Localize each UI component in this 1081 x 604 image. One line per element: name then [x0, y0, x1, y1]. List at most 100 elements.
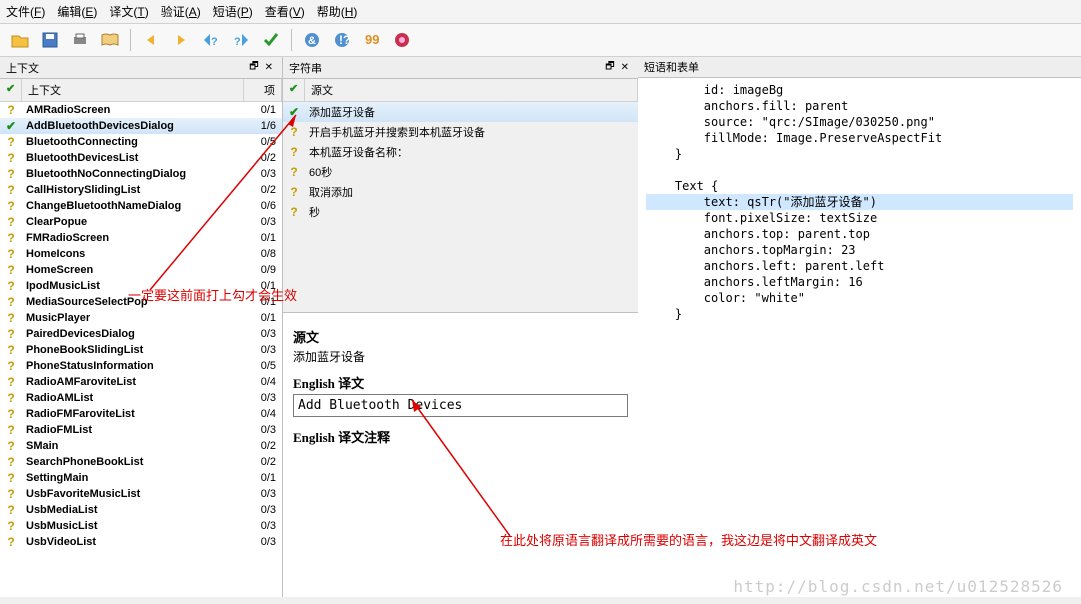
undock-icon[interactable]: 🗗 — [602, 59, 617, 76]
question-icon: ? — [7, 519, 14, 533]
context-row[interactable]: ?ClearPopue0/3 — [0, 214, 282, 230]
context-name: CallHistorySlidingList — [22, 183, 244, 197]
context-name: HomeIcons — [22, 247, 244, 261]
context-row[interactable]: ?PairedDevicesDialog0/3 — [0, 326, 282, 342]
close-icon[interactable]: ✕ — [618, 62, 632, 73]
string-row[interactable]: ?本机蓝牙设备名称： — [283, 142, 638, 162]
string-row[interactable]: ?秒 — [283, 202, 638, 222]
settings-button[interactable] — [388, 27, 416, 53]
separator — [130, 29, 131, 51]
context-row[interactable]: ?UsbMusicList0/3 — [0, 518, 282, 534]
context-row[interactable]: ?UsbFavoriteMusicList0/3 — [0, 486, 282, 502]
context-row[interactable]: ?SettingMain0/1 — [0, 470, 282, 486]
string-row[interactable]: ? 取消添加 — [283, 182, 638, 202]
next-button[interactable] — [167, 27, 195, 53]
question-icon: ? — [290, 185, 297, 199]
menu-item[interactable]: 帮助(H) — [317, 3, 358, 20]
context-row[interactable]: ?FMRadioScreen0/1 — [0, 230, 282, 246]
open-button[interactable] — [6, 27, 34, 53]
undock-icon[interactable]: 🗗 — [246, 59, 261, 76]
context-name: RadioAMFaroviteList — [22, 375, 244, 389]
context-row[interactable]: ?MusicPlayer0/1 — [0, 310, 282, 326]
context-count: 1/6 — [244, 120, 282, 132]
context-name: PhoneBookSlidingList — [22, 343, 244, 357]
done-next-button[interactable] — [257, 27, 285, 53]
string-text: 取消添加 — [305, 183, 638, 201]
find-button[interactable]: & — [298, 27, 326, 53]
prev-button[interactable] — [137, 27, 165, 53]
source-label: 源文 — [293, 327, 628, 346]
phrase-button[interactable]: 99 — [358, 27, 386, 53]
context-row[interactable]: ?RadioFMFaroviteList0/4 — [0, 406, 282, 422]
context-name: AddBluetoothDevicesDialog — [22, 119, 244, 133]
context-row[interactable]: ?ChangeBluetoothNameDialog0/6 — [0, 198, 282, 214]
question-icon: ? — [290, 165, 297, 179]
context-row[interactable]: ? RadioAMList0/3 — [0, 390, 282, 406]
menu-item[interactable]: 编辑(E) — [57, 3, 97, 20]
context-row[interactable]: ?AMRadioScreen0/1 — [0, 102, 282, 118]
context-count: 0/2 — [244, 456, 282, 468]
context-row[interactable]: ✔AddBluetoothDevicesDialog1/6 — [0, 118, 282, 134]
menubar: 文件(F) 编辑(E) 译文(T) 验证(A) 短语(P) 查看(V) 帮助(H) — [0, 0, 1081, 24]
annotation-2: 在此处将原语言翻译成所需要的语言，我这边是将中文翻译成英文 — [500, 530, 877, 549]
context-count: 0/3 — [244, 392, 282, 404]
question-icon: ? — [7, 407, 14, 421]
close-icon[interactable]: ✕ — [262, 62, 276, 73]
context-name: UsbVideoList — [22, 535, 244, 549]
string-row[interactable]: ?开启手机蓝牙并搜索到本机蓝牙设备 — [283, 122, 638, 142]
context-th-items[interactable]: 项 — [244, 79, 282, 101]
context-row[interactable]: ?RadioAMFaroviteList0/4 — [0, 374, 282, 390]
context-row[interactable]: ?PhoneStatusInformation0/5 — [0, 358, 282, 374]
context-th-icon[interactable]: ✔ — [0, 79, 22, 101]
next-unfinished-button[interactable]: ? — [227, 27, 255, 53]
strings-th-name[interactable]: 源文 — [305, 79, 638, 101]
context-row[interactable]: ?HomeIcons0/8 — [0, 246, 282, 262]
context-count: 0/4 — [244, 408, 282, 420]
prev-unfinished-button[interactable]: ? — [197, 27, 225, 53]
context-row[interactable]: ?HomeScreen0/9 — [0, 262, 282, 278]
translation-input[interactable] — [293, 394, 628, 417]
question-icon: ? — [7, 503, 14, 517]
string-row[interactable]: ?60秒 — [283, 162, 638, 182]
right-panel: 短语和表单 id: imageBg anchors.fill: parent s… — [638, 57, 1081, 597]
context-count: 0/1 — [244, 232, 282, 244]
question-icon: ? — [7, 391, 14, 405]
menu-item[interactable]: 验证(A) — [161, 3, 201, 20]
context-name: PhoneStatusInformation — [22, 359, 244, 373]
validate-button[interactable]: !? — [328, 27, 356, 53]
context-row[interactable]: ?BluetoothNoConnectingDialog0/3 — [0, 166, 282, 182]
context-count: 0/5 — [244, 360, 282, 372]
context-name: RadioAMList — [22, 391, 244, 405]
strings-th-icon[interactable]: ✔ — [283, 79, 305, 101]
menu-item[interactable]: 短语(P) — [213, 3, 253, 20]
context-row[interactable]: ?SMain0/2 — [0, 438, 282, 454]
print-button[interactable] — [66, 27, 94, 53]
context-row[interactable]: ?PhoneBookSlidingList0/3 — [0, 342, 282, 358]
question-icon: ? — [7, 247, 14, 261]
context-row[interactable]: ?UsbMediaList0/3 — [0, 502, 282, 518]
context-name: BluetoothDevicesList — [22, 151, 244, 165]
context-row[interactable]: ?CallHistorySlidingList0/2 — [0, 182, 282, 198]
translation-label: English 译文 — [293, 373, 628, 392]
context-row[interactable]: ?BluetoothDevicesList0/2 — [0, 150, 282, 166]
question-icon: ? — [7, 199, 14, 213]
question-icon: ? — [290, 125, 297, 139]
save-button[interactable] — [36, 27, 64, 53]
context-panel-header: 上下文 🗗 ✕ — [0, 57, 282, 79]
menu-item[interactable]: 译文(T) — [109, 3, 148, 20]
menu-item[interactable]: 查看(V) — [265, 3, 305, 20]
context-name: BluetoothConnecting — [22, 135, 244, 149]
context-th-name[interactable]: 上下文 — [22, 79, 244, 101]
watermark: http://blog.csdn.net/u012528526 — [733, 577, 1063, 596]
menu-item[interactable]: 文件(F) — [6, 3, 45, 20]
separator — [291, 29, 292, 51]
context-row[interactable]: ?RadioFMList0/3 — [0, 422, 282, 438]
context-row[interactable]: ?UsbVideoList0/3 — [0, 534, 282, 550]
book-button[interactable] — [96, 27, 124, 53]
context-row[interactable]: ?BluetoothConnecting0/5 — [0, 134, 282, 150]
question-icon: ? — [290, 205, 297, 219]
question-icon: ? — [7, 471, 14, 485]
context-row[interactable]: ?SearchPhoneBookList0/2 — [0, 454, 282, 470]
string-row[interactable]: ✔添加蓝牙设备 — [283, 102, 638, 122]
question-icon: ? — [7, 263, 14, 277]
